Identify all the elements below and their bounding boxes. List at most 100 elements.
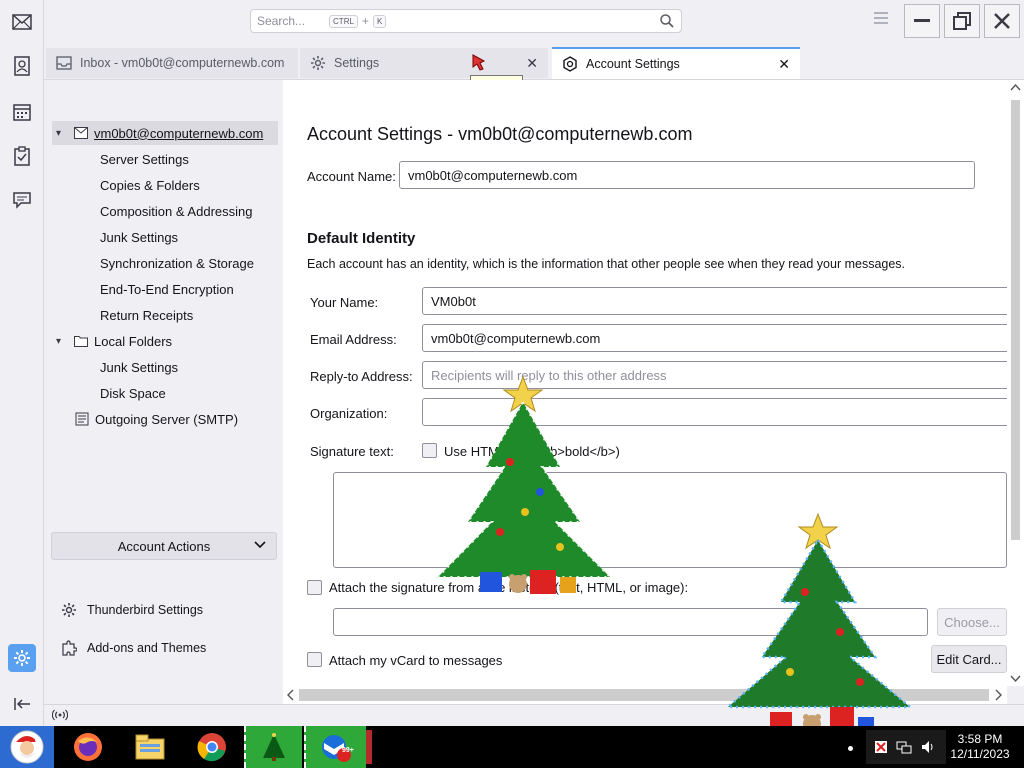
clock-date: 12/11/2023 [950, 747, 1010, 761]
tree-item-return-receipts[interactable]: Return Receipts [100, 308, 193, 323]
attach-vcard-checkbox[interactable] [307, 652, 322, 667]
signature-label: Signature text: [310, 444, 394, 459]
chat-icon[interactable] [8, 186, 36, 214]
taskbar-separator [366, 730, 372, 764]
account-name-field[interactable]: vm0b0t@computernewb.com [399, 161, 975, 189]
close-icon[interactable]: ✕ [778, 56, 790, 73]
taskbar-tree-app[interactable] [244, 726, 302, 768]
tab-inbox[interactable]: Inbox - vm0b0t@computernewb.com [46, 48, 298, 78]
gear-icon [61, 602, 77, 618]
thunderbird-settings-link[interactable]: Thunderbird Settings [61, 602, 203, 618]
network-icon[interactable] [896, 739, 912, 758]
shortcut-key-ctrl: CTRL [329, 14, 358, 28]
mail-icon[interactable] [8, 8, 36, 36]
thunderbird-taskbar-icon[interactable]: 99+ [304, 726, 366, 768]
chevron-down-icon [254, 538, 266, 552]
tab-settings[interactable]: Settings ✕ [300, 48, 548, 78]
puzzle-piece-icon [61, 640, 77, 656]
local-folders-label: Local Folders [94, 333, 173, 349]
tree-item-disk-space[interactable]: Disk Space [100, 386, 166, 401]
close-icon[interactable]: ✕ [526, 55, 538, 72]
addons-themes-link[interactable]: Add-ons and Themes [61, 640, 206, 656]
calendar-icon[interactable] [8, 98, 36, 126]
online-status-icon[interactable] [51, 709, 69, 724]
address-book-icon[interactable] [8, 52, 36, 80]
christmas-tree-decoration [720, 512, 920, 750]
tree-item-copies-folders[interactable]: Copies & Folders [100, 178, 200, 193]
account-tree-root[interactable]: ▾ vm0b0t@computernewb.com [52, 121, 278, 145]
your-name-field[interactable]: VM0b0t [422, 287, 1007, 315]
tree-item-local-junk[interactable]: Junk Settings [100, 360, 178, 375]
action-center-icon[interactable] [874, 740, 888, 757]
start-button[interactable] [0, 726, 54, 768]
account-actions-label: Account Actions [117, 538, 211, 554]
file-explorer-icon[interactable] [128, 726, 172, 768]
outgoing-label: Outgoing Server (SMTP) [95, 411, 239, 427]
tab-strip: Inbox - vm0b0t@computernewb.com Settings… [44, 44, 1024, 80]
tree-item-sync-storage[interactable]: Synchronization & Storage [100, 256, 254, 271]
gear-icon [310, 55, 326, 71]
reply-to-label: Reply-to Address: [310, 369, 413, 384]
settings-gear-icon[interactable] [8, 644, 36, 672]
pointer-cursor-icon [471, 53, 487, 74]
account-settings-icon [562, 56, 578, 72]
title-bar: Search... CTRL + K [44, 0, 1024, 44]
tab-account-settings[interactable]: Account Settings ✕ [552, 47, 800, 79]
firefox-icon[interactable] [66, 726, 110, 768]
search-field[interactable]: Search... CTRL + K [250, 9, 682, 33]
account-name: vm0b0t@computernewb.com [94, 125, 264, 141]
chrome-icon[interactable] [190, 726, 234, 768]
thunderbird-settings-label: Thunderbird Settings [87, 603, 204, 617]
chevron-down-icon[interactable]: ▾ [56, 336, 68, 347]
minimize-button[interactable] [904, 4, 940, 38]
folder-icon [74, 335, 88, 347]
collapse-spaces-icon[interactable] [8, 690, 36, 718]
tree-item-local-folders[interactable]: ▾ Local Folders [52, 329, 172, 353]
choose-file-button[interactable]: Choose... [937, 608, 1007, 636]
edit-card-button[interactable]: Edit Card... [931, 645, 1007, 673]
shortcut-plus: + [361, 14, 369, 28]
close-window-button[interactable] [984, 4, 1020, 38]
addons-label: Add-ons and Themes [87, 641, 207, 655]
account-name-label: Account Name: [307, 169, 396, 184]
your-name-label: Your Name: [310, 295, 379, 310]
app-menu-icon[interactable] [874, 12, 888, 27]
christmas-tree-decoration [430, 372, 630, 610]
account-actions-button[interactable]: Account Actions [51, 532, 277, 560]
unread-badge: 99+ [342, 747, 354, 754]
account-tree-panel: ▾ vm0b0t@computernewb.com Server Setting… [45, 80, 283, 704]
system-tray [866, 730, 946, 764]
volume-icon[interactable] [920, 739, 936, 758]
organization-label: Organization: [310, 406, 388, 421]
chevron-down-icon[interactable]: ▾ [56, 128, 68, 139]
page-title: Account Settings - vm0b0t@computernewb.c… [307, 124, 693, 144]
email-label: Email Address: [310, 332, 397, 347]
taskbar-clock[interactable]: 3:58 PM 12/11/2023 [940, 732, 1020, 762]
outgoing-server-icon [75, 412, 89, 426]
tree-item-junk-settings[interactable]: Junk Settings [100, 230, 178, 245]
tree-item-e2e-encryption[interactable]: End-To-End Encryption [100, 282, 234, 297]
mail-account-icon [74, 127, 88, 139]
email-field[interactable]: vm0b0t@computernewb.com [422, 324, 1007, 352]
attach-signature-checkbox[interactable] [307, 580, 322, 595]
tab-label: Settings [334, 56, 380, 70]
search-icon [659, 13, 675, 32]
tab-label: Account Settings [586, 57, 680, 71]
inbox-icon [56, 56, 72, 70]
tree-item-server-settings[interactable]: Server Settings [100, 152, 189, 167]
default-identity-heading: Default Identity [307, 230, 416, 247]
identity-description: Each account has an identity, which is t… [307, 257, 906, 271]
restore-button[interactable] [944, 4, 980, 38]
search-placeholder: Search... [257, 14, 306, 28]
clock-time: 3:58 PM [957, 732, 1003, 746]
tab-label: Inbox - vm0b0t@computernewb.com [80, 56, 285, 70]
tree-item-outgoing-server[interactable]: Outgoing Server (SMTP) [75, 407, 238, 431]
shortcut-key-k: K [372, 14, 387, 28]
vertical-scrollbar[interactable] [1007, 80, 1024, 686]
tasks-icon[interactable] [8, 142, 36, 170]
attach-vcard-label: Attach my vCard to messages [329, 653, 503, 668]
tree-item-composition[interactable]: Composition & Addressing [100, 204, 252, 219]
tray-dot [848, 746, 853, 751]
spaces-toolbar [0, 0, 44, 726]
taskbar: 99+ 3:58 PM 12/11/2023 [0, 726, 1024, 768]
